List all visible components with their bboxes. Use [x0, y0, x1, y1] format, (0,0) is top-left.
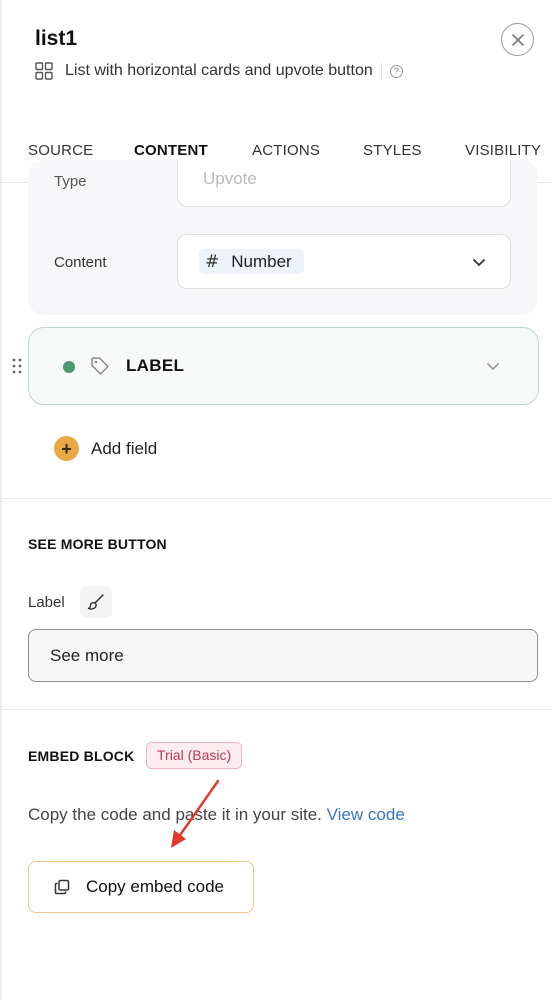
trial-badge: Trial (Basic) [146, 742, 243, 769]
see-more-section-title: SEE MORE BUTTON [28, 536, 167, 552]
content-select[interactable]: # Number [177, 234, 511, 289]
drag-handle-icon[interactable] [12, 358, 22, 374]
view-code-link[interactable]: View code [327, 805, 405, 824]
panel-header: list1 List with horizontal cards and upv… [0, 0, 552, 120]
tab-visibility[interactable]: VISIBILITY [465, 142, 541, 159]
embed-section-title: EMBED BLOCK [28, 748, 135, 764]
label-field-card[interactable]: LABEL [28, 327, 539, 405]
content-select-value: Number [231, 251, 292, 271]
number-chip: # Number [199, 249, 304, 274]
type-label: Type [54, 173, 87, 190]
tab-source[interactable]: SOURCE [28, 142, 93, 159]
section-divider [0, 498, 552, 499]
field-settings-card: Type Upvote Content # Number [28, 160, 538, 315]
type-select-value: Upvote [203, 169, 257, 188]
hash-icon: # [205, 251, 220, 272]
chevron-down-icon[interactable] [485, 358, 501, 374]
tab-styles[interactable]: STYLES [363, 142, 422, 159]
component-description: List with horizontal cards and upvote bu… [65, 62, 373, 79]
chevron-down-icon [473, 259, 485, 266]
subtitle-divider [380, 63, 382, 79]
tab-actions[interactable]: ACTIONS [252, 142, 320, 159]
component-subtitle: List with horizontal cards and upvote bu… [35, 60, 403, 82]
type-select[interactable]: Upvote [177, 160, 511, 207]
label-field-title: LABEL [126, 356, 185, 375]
brush-icon [87, 594, 104, 610]
copy-icon [54, 879, 70, 895]
see-more-label-caption: Label [28, 594, 65, 611]
grid-icon [35, 62, 53, 80]
see-more-label-input[interactable] [50, 643, 510, 669]
content-label: Content [54, 254, 107, 271]
copy-embed-code-button[interactable]: Copy embed code [28, 861, 254, 913]
help-icon[interactable]: ? [389, 64, 403, 78]
add-field-label: Add field [91, 438, 158, 458]
style-brush-button[interactable] [80, 586, 112, 618]
close-icon [511, 33, 524, 46]
status-dot [63, 361, 75, 373]
close-button[interactable] [501, 23, 534, 56]
see-more-label-field[interactable] [28, 629, 538, 682]
plus-icon: + [54, 436, 79, 461]
tab-content[interactable]: CONTENT [134, 142, 208, 159]
copy-embed-code-label: Copy embed code [86, 877, 224, 896]
section-divider [0, 709, 552, 710]
tag-icon [91, 357, 109, 375]
embed-description: Copy the code and paste it in your site.… [28, 805, 405, 825]
page-title: list1 [35, 27, 78, 50]
add-field-button[interactable]: + Add field [54, 436, 157, 461]
embed-description-text: Copy the code and paste it in your site. [28, 805, 322, 824]
